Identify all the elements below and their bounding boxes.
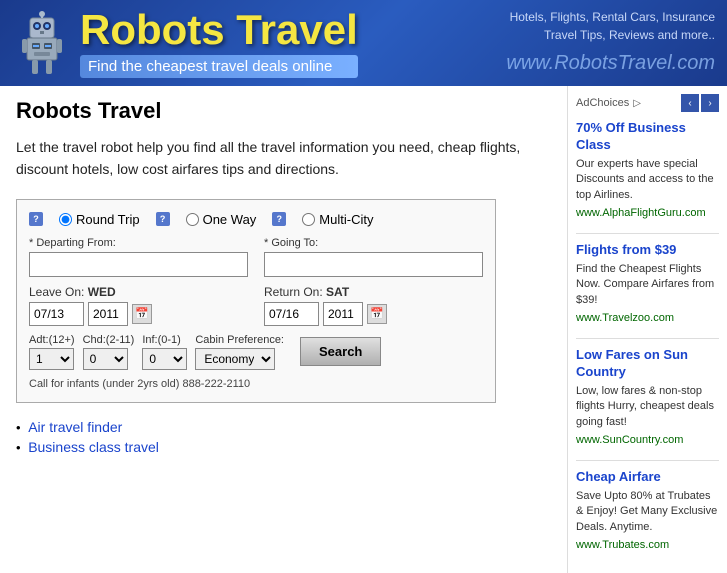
- ad-2-text: Find the Cheapest Flights Now. Compare A…: [576, 262, 719, 308]
- help-icon-2[interactable]: ?: [156, 212, 170, 226]
- departing-group: * Departing From:: [29, 237, 248, 277]
- ad-prev-button[interactable]: ‹: [681, 94, 699, 112]
- inf-select[interactable]: 012: [142, 348, 187, 370]
- site-title: Robots Travel: [80, 9, 358, 51]
- going-input[interactable]: [264, 252, 483, 277]
- round-trip-option[interactable]: Round Trip: [59, 212, 140, 227]
- sidebar: AdChoices ▷ ‹ › 70% Off Business Class O…: [567, 86, 727, 573]
- multi-city-radio[interactable]: [302, 213, 315, 226]
- ad-choices-row: AdChoices ▷ ‹ ›: [576, 94, 719, 112]
- header-tagline2: Travel Tips, Reviews and more..: [544, 28, 715, 42]
- bullet-icon: •: [16, 440, 21, 455]
- round-trip-label: Round Trip: [76, 212, 140, 227]
- ad-2-url: www.Travelzoo.com: [576, 312, 674, 324]
- leave-day: WED: [88, 285, 116, 299]
- ad-choices-label: AdChoices: [576, 97, 629, 109]
- leave-date-label: Leave On: WED: [29, 285, 248, 299]
- adt-label: Adt:(12+): [29, 334, 75, 346]
- site-subtitle: Find the cheapest travel deals online: [80, 55, 358, 78]
- ad-2-title[interactable]: Flights from $39: [576, 242, 719, 259]
- return-day: SAT: [326, 285, 349, 299]
- help-icon-1[interactable]: ?: [29, 212, 43, 226]
- return-date-group: Return On: SAT 📅: [264, 285, 483, 326]
- going-label: * Going To:: [264, 237, 483, 249]
- one-way-label: One Way: [203, 212, 257, 227]
- header-title-area: Robots Travel Find the cheapest travel d…: [80, 9, 358, 78]
- page-title: Robots Travel: [16, 98, 551, 124]
- leave-date-group: Leave On: WED 📅: [29, 285, 248, 326]
- content-area: Robots Travel Let the travel robot help …: [0, 86, 567, 573]
- help-icon-3[interactable]: ?: [272, 212, 286, 226]
- leave-date-input[interactable]: [29, 302, 84, 326]
- ad-4-title[interactable]: Cheap Airfare: [576, 469, 719, 486]
- adt-group: Adt:(12+) 12345: [29, 334, 75, 370]
- inf-group: Inf:(0-1) 012: [142, 334, 187, 370]
- one-way-radio[interactable]: [186, 213, 199, 226]
- cabin-label: Cabin Preference:: [195, 334, 284, 346]
- list-item: • Business class travel: [16, 439, 551, 455]
- ad-block-3: Low Fares on Sun Country Low, low fares …: [576, 347, 719, 446]
- passengers-row: Adt:(12+) 12345 Chd:(2-11) 0123 Inf:(0-1…: [29, 334, 483, 370]
- ad-1-title[interactable]: 70% Off Business Class: [576, 120, 719, 154]
- header-url: www.RobotsTravel.com: [506, 48, 715, 78]
- return-year-input[interactable]: [323, 302, 363, 326]
- ad-4-url: www.Trubates.com: [576, 539, 669, 551]
- chd-group: Chd:(2-11) 0123: [83, 334, 135, 370]
- chd-select[interactable]: 0123: [83, 348, 128, 370]
- search-box: ? Round Trip ? One Way ? Multi-City: [16, 199, 496, 403]
- round-trip-radio[interactable]: [59, 213, 72, 226]
- ad-block-1: 70% Off Business Class Our experts have …: [576, 120, 719, 219]
- ad-divider-3: [576, 460, 719, 461]
- multi-city-option[interactable]: Multi-City: [302, 212, 373, 227]
- leave-calendar-icon[interactable]: 📅: [132, 304, 152, 324]
- ad-next-button[interactable]: ›: [701, 94, 719, 112]
- trip-type-row: ? Round Trip ? One Way ? Multi-City: [29, 212, 483, 227]
- ad-nav: ‹ ›: [681, 94, 719, 112]
- from-to-row: * Departing From: * Going To:: [29, 237, 483, 277]
- ad-3-url: www.SunCountry.com: [576, 434, 683, 446]
- return-calendar-icon[interactable]: 📅: [367, 304, 387, 324]
- leave-date-input-row: 📅: [29, 302, 248, 326]
- business-class-link[interactable]: Business class travel: [28, 439, 159, 455]
- search-button[interactable]: Search: [300, 337, 381, 366]
- ad-4-text: Save Upto 80% at Trubates & Enjoy! Get M…: [576, 489, 719, 535]
- header-right: Hotels, Flights, Rental Cars, Insurance …: [506, 8, 715, 78]
- going-group: * Going To:: [264, 237, 483, 277]
- return-date-label: Return On: SAT: [264, 285, 483, 299]
- ad-3-title[interactable]: Low Fares on Sun Country: [576, 347, 719, 381]
- cabin-select[interactable]: EconomyBusinessFirst: [195, 348, 275, 370]
- ad-divider-1: [576, 233, 719, 234]
- departing-label: * Departing From:: [29, 237, 248, 249]
- ad-3-text: Low, low fares & non-stop flights Hurry,…: [576, 384, 719, 430]
- ad-choices-icon: ▷: [633, 98, 641, 109]
- ad-block-2: Flights from $39 Find the Cheapest Fligh…: [576, 242, 719, 324]
- robot-logo-icon: [12, 8, 72, 78]
- ad-1-text: Our experts have special Discounts and a…: [576, 157, 719, 203]
- logo-area: Robots Travel Find the cheapest travel d…: [12, 8, 506, 78]
- dates-row: Leave On: WED 📅 Return On: SAT: [29, 285, 483, 326]
- air-travel-link[interactable]: Air travel finder: [28, 419, 122, 435]
- return-date-input[interactable]: [264, 302, 319, 326]
- ad-block-4: Cheap Airfare Save Upto 80% at Trubates …: [576, 469, 719, 551]
- chd-label: Chd:(2-11): [83, 334, 135, 346]
- header-tagline1: Hotels, Flights, Rental Cars, Insurance: [510, 10, 715, 24]
- departing-input[interactable]: [29, 252, 248, 277]
- leave-year-input[interactable]: [88, 302, 128, 326]
- bullet-icon: •: [16, 420, 21, 435]
- ad-divider-2: [576, 338, 719, 339]
- cabin-group: Cabin Preference: EconomyBusinessFirst: [195, 334, 284, 370]
- infants-note: Call for infants (under 2yrs old) 888-22…: [29, 378, 483, 390]
- multi-city-label: Multi-City: [319, 212, 373, 227]
- one-way-option[interactable]: One Way: [186, 212, 257, 227]
- inf-label: Inf:(0-1): [142, 334, 187, 346]
- site-header: Robots Travel Find the cheapest travel d…: [0, 0, 727, 86]
- links-section: • Air travel finder • Business class tra…: [16, 419, 551, 455]
- return-date-input-row: 📅: [264, 302, 483, 326]
- list-item: • Air travel finder: [16, 419, 551, 435]
- ad-1-url: www.AlphaFlightGuru.com: [576, 207, 706, 219]
- intro-text: Let the travel robot help you find all t…: [16, 136, 551, 181]
- adt-select[interactable]: 12345: [29, 348, 74, 370]
- main-container: Robots Travel Let the travel robot help …: [0, 86, 727, 573]
